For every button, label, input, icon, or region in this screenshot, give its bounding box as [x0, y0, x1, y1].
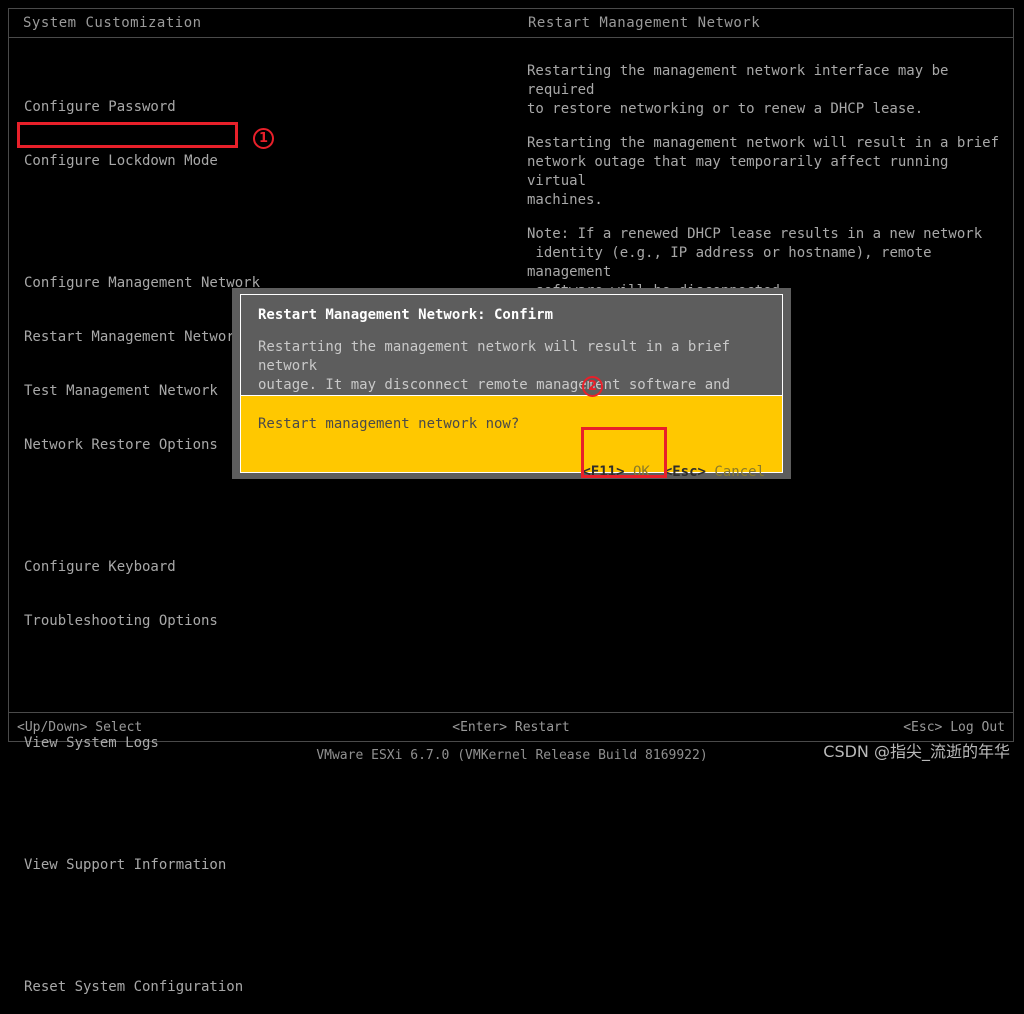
status-restart-label: Restart [514, 720, 570, 735]
restart-management-network-confirm-dialog: Restart Management Network: Confirm Rest… [232, 288, 791, 480]
enter-key-token: <Enter> [452, 720, 508, 735]
dialog-title: Restart Management Network: Confirm [258, 307, 554, 323]
dialog-cancel-button[interactable]: <Esc> Cancel [664, 464, 765, 480]
esc-key-token: <Esc> [663, 464, 706, 480]
dialog-action-row: <F11> OK <Esc> Cancel [501, 448, 765, 496]
dialog-inner-border: Restart Management Network: Confirm Rest… [240, 294, 783, 480]
menu-item-configure-keyboard[interactable]: Configure Keyboard [24, 558, 494, 576]
menu-item-view-support-information[interactable]: View Support Information [24, 856, 494, 874]
menu-spacer [24, 490, 494, 504]
dialog-cancel-label: Cancel [714, 464, 765, 480]
status-bar: <Up/Down> Select <Enter> Restart <Esc> L… [9, 712, 1013, 741]
restart-management-network-title: Restart Management Network [528, 15, 761, 31]
f11-key-token: <F11> [582, 464, 625, 480]
csdn-watermark: CSDN @指尖_流逝的年华 [823, 742, 1010, 761]
menu-item-configure-lockdown-mode[interactable]: Configure Lockdown Mode [24, 152, 494, 170]
menu-spacer [24, 788, 494, 802]
system-customization-menu: Configure Password Configure Lockdown Mo… [24, 62, 494, 1014]
dialog-prompt-area: Restart management network now? <F11> OK… [241, 395, 782, 480]
menu-item-configure-password[interactable]: Configure Password [24, 98, 494, 116]
dialog-header: Restart Management Network: Confirm Rest… [241, 295, 782, 431]
description-panel: Restarting the management network interf… [527, 62, 1007, 316]
system-customization-title: System Customization [23, 15, 202, 31]
menu-item-reset-system-configuration[interactable]: Reset System Configuration [24, 978, 494, 996]
menu-spacer [24, 666, 494, 680]
menu-spacer [24, 206, 494, 220]
status-logout-label: Log Out [950, 720, 1005, 735]
dialog-ok-label: OK [632, 464, 650, 480]
menu-item-troubleshooting-options[interactable]: Troubleshooting Options [24, 612, 494, 630]
description-paragraph: Restarting the management network interf… [527, 63, 949, 117]
status-logout-hint[interactable]: <Esc> Log Out [903, 720, 1005, 735]
description-paragraph: Restarting the management network will r… [527, 135, 1000, 208]
esc-key-token: <Esc> [903, 720, 943, 735]
dialog-question-text: Restart management network now? [258, 416, 520, 432]
title-row: System Customization Restart Management … [9, 9, 1013, 38]
menu-spacer [24, 910, 494, 924]
dialog-ok-button[interactable]: <F11> OK [582, 464, 649, 480]
status-restart-hint[interactable]: <Enter> Restart [9, 720, 1013, 735]
